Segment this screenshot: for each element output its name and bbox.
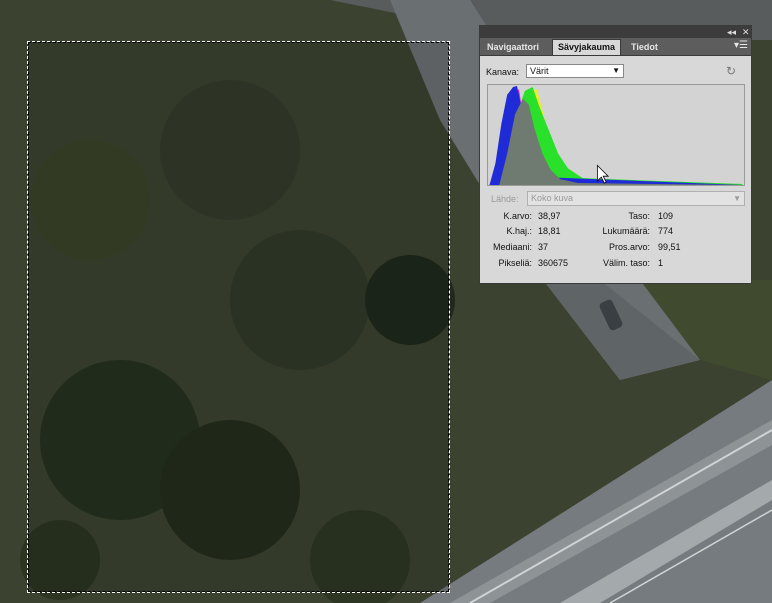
stat-cache-level-value: 1	[658, 258, 664, 268]
stat-median-value: 37	[538, 242, 549, 252]
stat-stddev-label: K.haj.:	[506, 226, 532, 236]
tab-info[interactable]: Tiedot	[626, 40, 663, 55]
channel-label: Kanava:	[486, 67, 520, 77]
source-select[interactable]: Koko kuva ▼	[527, 191, 745, 206]
tab-navigator[interactable]: Navigaattori	[482, 40, 544, 55]
chevron-down-icon: ▼	[733, 194, 741, 203]
stat-mean-label: K.arvo:	[503, 211, 532, 221]
source-label: Lähde:	[491, 194, 519, 204]
panel-menu-icon[interactable]: ▾☰	[734, 40, 748, 51]
selection-marquee[interactable]	[27, 41, 450, 593]
collapse-icon[interactable]: ◂◂	[727, 26, 736, 38]
stat-percentile-label: Pros.arvo:	[608, 242, 650, 252]
histogram-panel: ◂◂ ✕ Navigaattori Sävyjakauma Tiedot ▾☰ …	[479, 25, 752, 284]
stat-cache-level-label: Välim. taso:	[602, 258, 650, 268]
stat-percentile-value: 99,51	[658, 242, 681, 252]
panel-title-bar[interactable]: ◂◂ ✕	[480, 26, 751, 38]
histogram-chart[interactable]	[487, 84, 745, 186]
channel-select-value: Värit	[530, 66, 549, 76]
stat-stddev-value: 18,81	[538, 226, 561, 236]
source-select-value: Koko kuva	[531, 193, 574, 203]
panel-tabs: Navigaattori Sävyjakauma Tiedot ▾☰	[480, 38, 751, 56]
close-icon[interactable]: ✕	[742, 26, 750, 38]
stat-pixels-label: Pikseliä:	[498, 258, 532, 268]
stat-mean-value: 38,97	[538, 211, 561, 221]
stat-level-value: 109	[658, 211, 674, 221]
stat-count-value: 774	[658, 226, 674, 236]
channel-select[interactable]: Värit ▼	[526, 64, 624, 78]
refresh-icon[interactable]: ↻	[726, 64, 736, 78]
tab-histogram[interactable]: Sävyjakauma	[552, 39, 622, 55]
stat-level-label: Taso:	[628, 211, 650, 221]
stat-count-label: Lukumäärä:	[602, 226, 650, 236]
stat-median-label: Mediaani:	[492, 242, 532, 252]
stat-pixels-value: 360675	[538, 258, 569, 268]
chevron-down-icon: ▼	[612, 66, 620, 75]
